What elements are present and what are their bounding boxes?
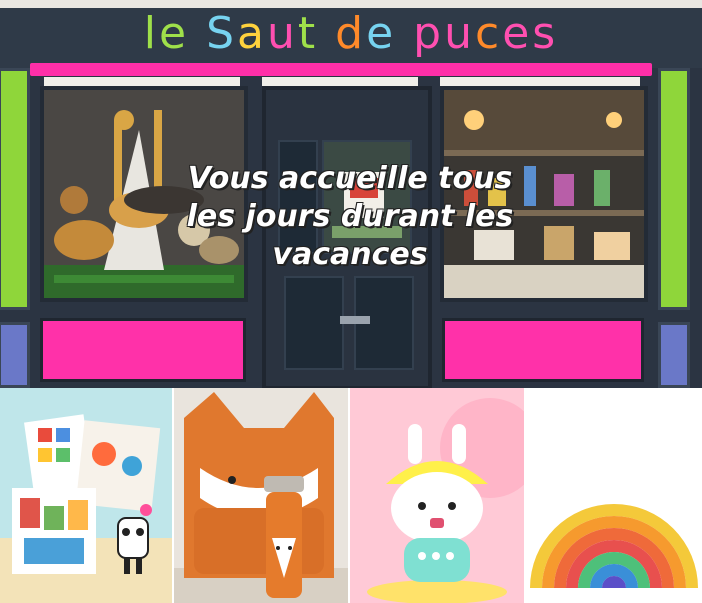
blue-pillar-right [658, 322, 690, 388]
shop-name-letter: u [444, 8, 475, 59]
announcement-line-1: Vous accueille tous [187, 161, 513, 196]
pink-sign-strip [30, 63, 652, 76]
shop-name-sign: le Saut de puces [0, 6, 702, 62]
product-tile-2[interactable] [174, 388, 348, 603]
bunny-night-light-speaker-icon [350, 388, 524, 603]
shop-name-letter [189, 6, 206, 62]
shop-name-letter: e [366, 8, 397, 59]
product-tile-1[interactable] [0, 388, 172, 603]
green-pillar-left [0, 68, 30, 310]
fox-backpack-and-bottle-icon [174, 388, 348, 603]
shop-name-letter: t [297, 8, 319, 59]
wooden-rainbow-stacker-icon [526, 388, 702, 603]
shop-name-letter: p [413, 8, 445, 59]
shop-storefront: le Saut de puces Vous accueille tous les… [0, 0, 702, 388]
shop-name-letter: S [206, 8, 238, 59]
shop-name-letter: u [267, 8, 298, 59]
product-tile-3[interactable] [350, 388, 524, 603]
product-tiles [0, 388, 702, 603]
pink-panel-right [442, 318, 644, 382]
shop-name-letter: a [237, 8, 267, 59]
product-tile-4[interactable] [526, 388, 702, 603]
shop-name-letter [318, 6, 335, 62]
announcement-line-3: vacances [272, 237, 428, 272]
announcement-text: Vous accueille tous les jours durant les… [140, 160, 560, 274]
shop-name-letter: l [143, 8, 160, 59]
shop-name-letter: s [532, 8, 559, 59]
shop-name-letter: d [335, 8, 367, 59]
blue-pillar-left [0, 322, 30, 388]
green-pillar-right [658, 68, 690, 310]
shop-name-letter: e [502, 8, 533, 59]
announcement-line-2: les jours durant les [186, 199, 514, 234]
shop-name-letter: c [475, 8, 503, 59]
stickers-activity-book-icon [0, 388, 172, 603]
door-panel-lower-left [284, 276, 344, 370]
shop-name-letter: e [159, 8, 190, 59]
pink-panel-left [40, 318, 246, 382]
door-letter-slot [340, 316, 370, 324]
shop-name-letter [396, 6, 413, 62]
